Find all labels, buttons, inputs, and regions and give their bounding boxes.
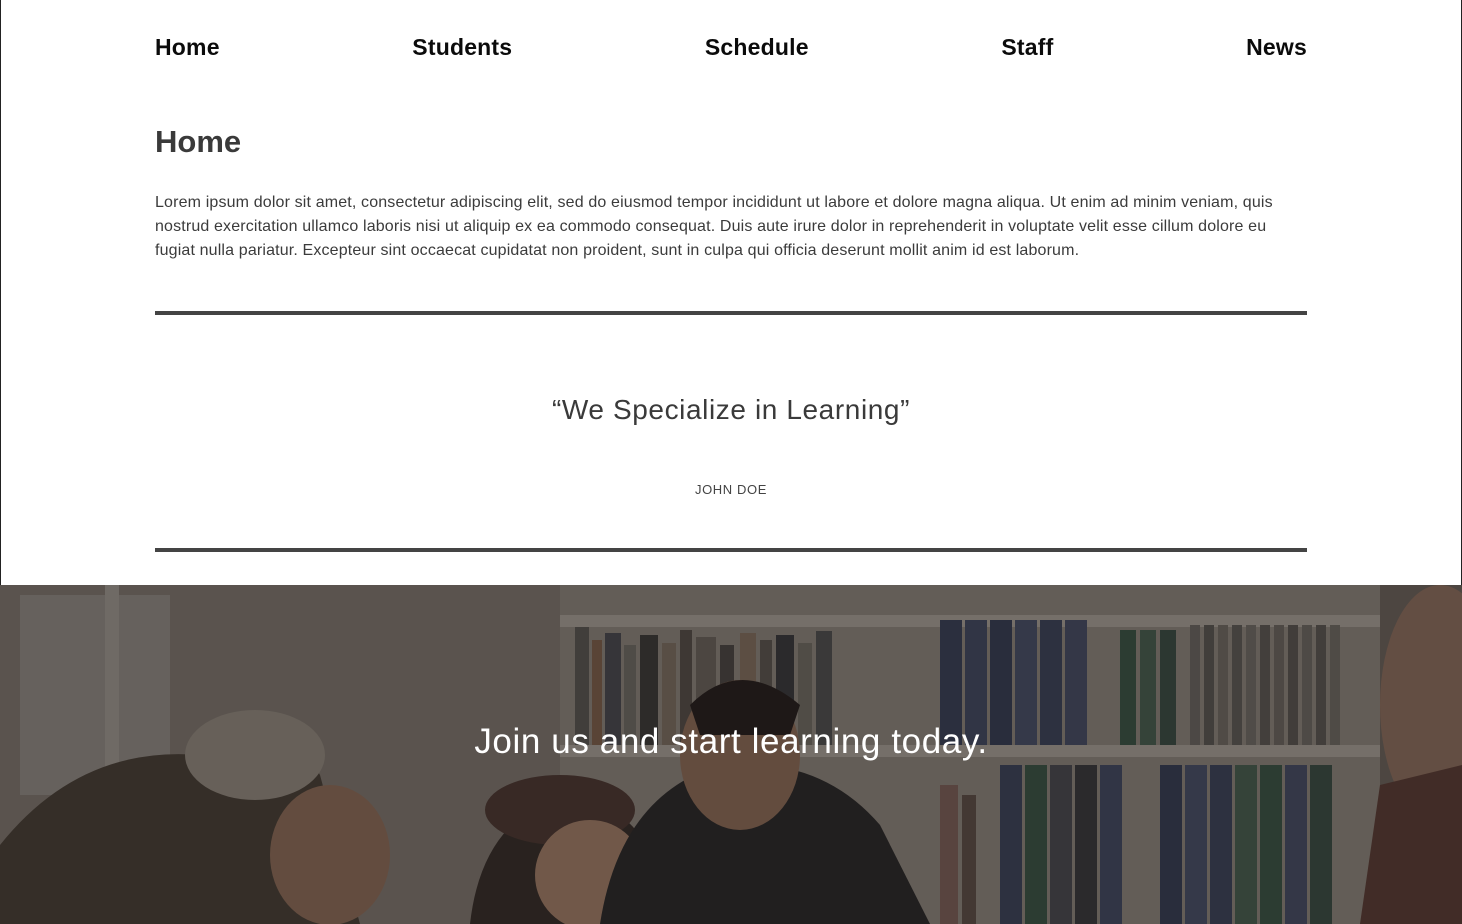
nav-item-schedule[interactable]: Schedule [705,34,809,61]
testimonial-author: JOHN DOE [695,482,767,497]
nav-item-students[interactable]: Students [412,34,512,61]
nav-item-staff[interactable]: Staff [1001,34,1053,61]
top-nav: Home Students Schedule Staff News [155,34,1307,61]
intro-paragraph: Lorem ipsum dolor sit amet, consectetur … [155,194,1273,259]
nav-item-home[interactable]: Home [155,34,220,61]
hero-heading: Join us and start learning today. [474,722,988,761]
divider-top [155,311,1307,315]
nav-item-news[interactable]: News [1246,34,1307,61]
page-title: Home [155,124,242,159]
divider-bottom [155,548,1307,552]
page-border [0,0,1462,585]
testimonial-quote: “We Specialize in Learning” [551,394,911,425]
